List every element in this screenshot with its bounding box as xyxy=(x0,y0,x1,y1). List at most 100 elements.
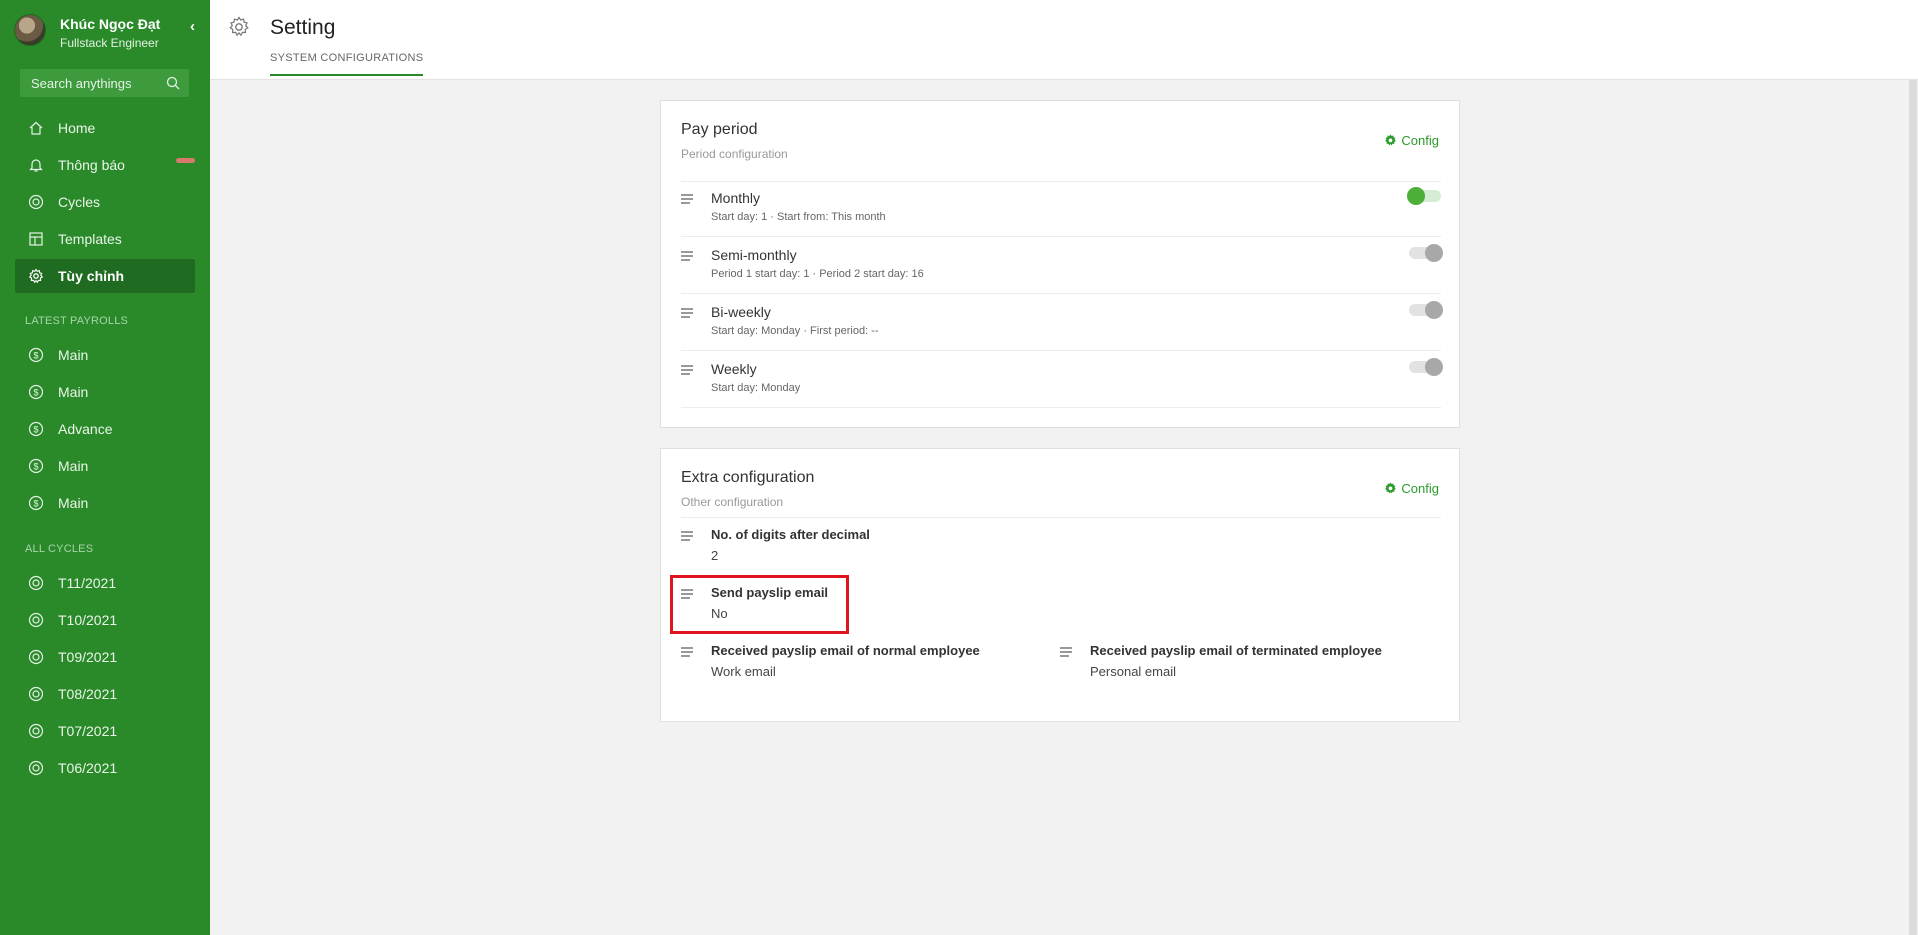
svg-text:$: $ xyxy=(33,498,38,508)
pay-period-card: Pay period Period configuration Config M… xyxy=(660,100,1460,428)
period-row: Semi-monthly Period 1 start day: 1 · Per… xyxy=(681,244,1443,287)
avatar xyxy=(14,14,46,46)
sidebar-item-label: Templates xyxy=(58,231,122,247)
period-toggle[interactable] xyxy=(1409,301,1443,319)
cycle-label: T11/2021 xyxy=(58,575,117,591)
svg-text:$: $ xyxy=(33,387,38,397)
period-row: Weekly Start day: Monday xyxy=(681,358,1443,401)
config-button[interactable]: Config xyxy=(1384,133,1439,148)
user-role: Fullstack Engineer xyxy=(60,36,159,50)
period-name: Weekly xyxy=(711,361,757,377)
chevron-left-icon[interactable]: ‹ xyxy=(190,18,195,35)
period-toggle[interactable] xyxy=(1409,358,1443,376)
config-label: Config xyxy=(1401,481,1439,496)
setting-normal-employee-email: Received payslip email of normal employe… xyxy=(681,643,1051,683)
sidebar-item-label: Cycles xyxy=(58,194,101,210)
cog-icon xyxy=(1385,134,1397,146)
cycle-icon xyxy=(28,194,44,210)
sidebar-item-notifications[interactable]: Thông báo xyxy=(15,148,195,182)
home-icon xyxy=(28,120,44,136)
period-detail: Start day: Monday xyxy=(711,382,801,394)
period-toggle[interactable] xyxy=(1409,244,1443,262)
cycle-label: T08/2021 xyxy=(58,686,118,702)
page-title: Setting xyxy=(270,16,336,39)
sidebar-item-label: Tùy chỉnh xyxy=(58,268,125,284)
setting-value: 2 xyxy=(711,548,719,563)
svg-text:$: $ xyxy=(33,350,38,360)
setting-terminated-employee-email: Received payslip email of terminated emp… xyxy=(1060,643,1440,683)
drag-handle-icon[interactable] xyxy=(681,251,693,261)
sidebar-item-home[interactable]: Home xyxy=(15,111,195,145)
toggle-knob xyxy=(1425,301,1443,319)
cycle-label: T10/2021 xyxy=(58,612,118,628)
dollar-icon: $ xyxy=(28,421,44,437)
cycle-icon xyxy=(28,575,44,591)
card-subtitle: Period configuration xyxy=(681,147,788,161)
all-cycles-heading: ALL CYCLES xyxy=(25,543,94,555)
payroll-item[interactable]: $ Main xyxy=(15,375,195,409)
drag-handle-icon[interactable] xyxy=(681,365,693,375)
dollar-icon: $ xyxy=(28,347,44,363)
highlight-box xyxy=(670,575,849,634)
sidebar-item-customize[interactable]: Tùy chỉnh xyxy=(15,259,195,293)
drag-handle-icon[interactable] xyxy=(681,308,693,318)
setting-label: No. of digits after decimal xyxy=(711,527,870,542)
payroll-label: Advance xyxy=(58,421,113,437)
list-icon xyxy=(681,647,693,657)
sidebar-item-label: Home xyxy=(58,120,96,136)
scrollbar-thumb[interactable] xyxy=(1909,80,1917,935)
period-name: Semi-monthly xyxy=(711,247,797,263)
cycle-label: T07/2021 xyxy=(58,723,118,739)
dollar-icon: $ xyxy=(28,495,44,511)
svg-text:$: $ xyxy=(33,461,38,471)
config-button[interactable]: Config xyxy=(1384,481,1439,496)
user-name: Khúc Ngọc Đạt xyxy=(60,16,161,32)
setting-value: Work email xyxy=(711,664,776,679)
drag-handle-icon[interactable] xyxy=(681,194,693,204)
payroll-item[interactable]: $ Main xyxy=(15,338,195,372)
setting-digits: No. of digits after decimal 2 xyxy=(681,527,1441,567)
divider xyxy=(681,236,1441,237)
payroll-label: Main xyxy=(58,347,89,363)
toggle-knob xyxy=(1425,358,1443,376)
user-profile[interactable]: Khúc Ngọc Đạt Fullstack Engineer ‹ xyxy=(14,14,204,50)
payroll-item[interactable]: $ Main xyxy=(15,486,195,520)
setting-label: Received payslip email of normal employe… xyxy=(711,643,980,658)
divider xyxy=(681,517,1441,518)
cycle-icon xyxy=(28,760,44,776)
cycle-item[interactable]: T06/2021 xyxy=(15,751,195,785)
divider xyxy=(681,350,1441,351)
payroll-item[interactable]: $ Main xyxy=(15,449,195,483)
svg-text:$: $ xyxy=(33,424,38,434)
payroll-label: Main xyxy=(58,384,89,400)
period-toggle[interactable] xyxy=(1407,187,1441,205)
tab-system-configurations[interactable]: SYSTEM CONFIGURATIONS xyxy=(270,52,424,76)
search-icon[interactable] xyxy=(166,76,180,90)
cycle-item[interactable]: T10/2021 xyxy=(15,603,195,637)
setting-label: Received payslip email of terminated emp… xyxy=(1090,643,1382,658)
gear-icon xyxy=(28,268,44,284)
cycle-label: T09/2021 xyxy=(58,649,118,665)
search-input[interactable] xyxy=(20,69,160,97)
cycle-item[interactable]: T07/2021 xyxy=(15,714,195,748)
search-box xyxy=(20,69,189,97)
toggle-knob xyxy=(1425,244,1443,262)
cycle-item[interactable]: T11/2021 xyxy=(15,566,195,600)
cog-icon xyxy=(1385,482,1397,494)
sidebar-item-label: Thông báo xyxy=(58,157,125,173)
cycle-item[interactable]: T09/2021 xyxy=(15,640,195,674)
divider xyxy=(681,407,1441,408)
gear-icon xyxy=(229,16,249,37)
sidebar-item-cycles[interactable]: Cycles xyxy=(15,185,195,219)
dollar-icon: $ xyxy=(28,458,44,474)
sidebar-item-templates[interactable]: Templates xyxy=(15,222,195,256)
cycle-icon xyxy=(28,649,44,665)
templates-icon xyxy=(28,231,44,247)
card-title: Extra configuration xyxy=(681,469,815,486)
cycle-item[interactable]: T08/2021 xyxy=(15,677,195,711)
payroll-item[interactable]: $ Advance xyxy=(15,412,195,446)
payroll-label: Main xyxy=(58,458,89,474)
card-title: Pay period xyxy=(681,121,758,138)
period-row: Bi-weekly Start day: Monday · First peri… xyxy=(681,301,1443,344)
divider xyxy=(681,293,1441,294)
